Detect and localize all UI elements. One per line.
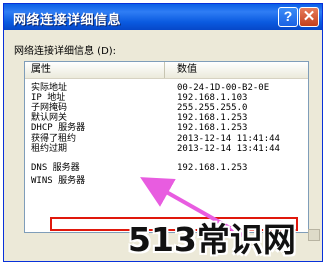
watermark-text: 513常识网 (128, 220, 296, 259)
